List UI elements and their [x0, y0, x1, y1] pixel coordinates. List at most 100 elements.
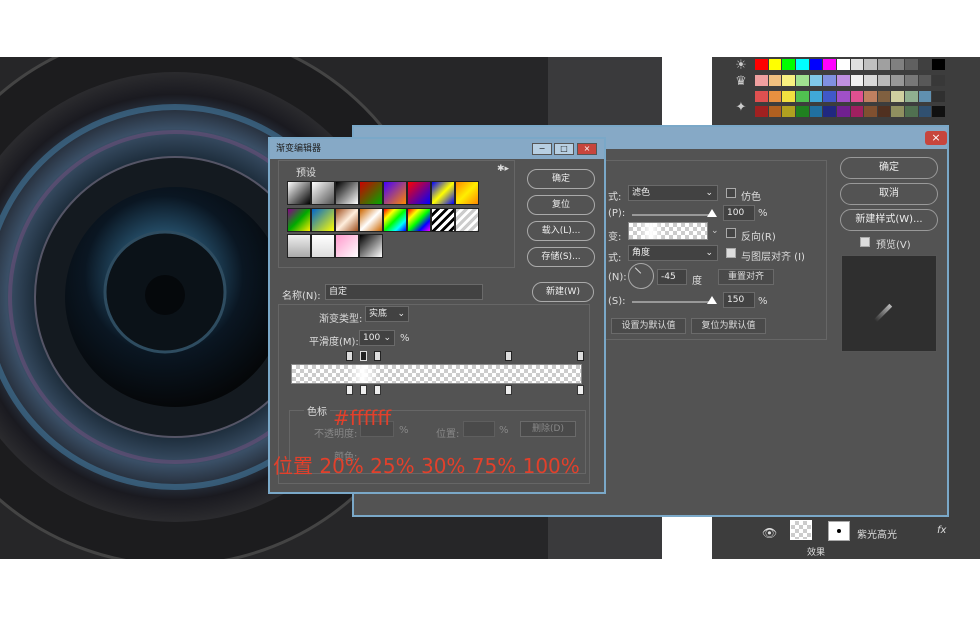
- preview-checkbox[interactable]: [860, 237, 870, 247]
- color-swatch[interactable]: [918, 59, 932, 70]
- gradient-preset[interactable]: [311, 234, 335, 259]
- color-swatch[interactable]: [836, 90, 850, 102]
- gradient-preset[interactable]: [455, 207, 479, 232]
- gradient-preset[interactable]: [407, 181, 431, 205]
- gradient-preset[interactable]: [335, 207, 359, 232]
- color-swatch[interactable]: [905, 90, 918, 102]
- stop-delete-button[interactable]: 删除(D): [520, 421, 576, 437]
- color-swatch[interactable]: [932, 106, 945, 118]
- gear-icon[interactable]: ✱▸: [497, 164, 509, 174]
- gradient-preset[interactable]: [383, 207, 407, 232]
- gradient-preset[interactable]: [287, 207, 311, 232]
- angle-dial[interactable]: [628, 263, 654, 289]
- color-swatch[interactable]: [768, 59, 782, 70]
- visibility-eye-icon[interactable]: 👁: [762, 526, 777, 540]
- color-stop[interactable]: [360, 385, 367, 395]
- blend-mode-select[interactable]: 滤色 ⌄: [628, 185, 718, 201]
- set-default-button[interactable]: 设置为默认值: [611, 318, 686, 334]
- color-swatch[interactable]: [864, 59, 877, 70]
- gradient-preset[interactable]: [383, 181, 407, 205]
- opacity-stop[interactable]: [346, 351, 353, 361]
- close-icon[interactable]: ×: [925, 131, 947, 145]
- color-swatch[interactable]: [809, 90, 823, 102]
- gradient-preset[interactable]: [359, 181, 383, 205]
- opacity-slider[interactable]: [632, 214, 714, 216]
- ge-reset-button[interactable]: 复位: [527, 195, 595, 215]
- ge-new-button[interactable]: 新建(W): [532, 282, 594, 302]
- color-swatch[interactable]: [918, 106, 932, 118]
- maximize-icon[interactable]: □: [554, 143, 574, 155]
- color-swatch[interactable]: [932, 90, 945, 102]
- ge-save-button[interactable]: 存储(S)...: [527, 247, 595, 267]
- color-swatch[interactable]: [877, 59, 891, 70]
- presets-grid[interactable]: [287, 181, 513, 261]
- color-swatch[interactable]: [836, 106, 850, 118]
- new-style-button[interactable]: 新建样式(W)...: [840, 209, 938, 231]
- color-swatch[interactable]: [823, 59, 836, 70]
- dither-checkbox[interactable]: [726, 188, 736, 198]
- reset-align-button[interactable]: 重置对齐: [718, 269, 774, 285]
- color-swatch[interactable]: [782, 59, 795, 70]
- color-swatch[interactable]: [850, 106, 864, 118]
- color-swatch[interactable]: [918, 74, 932, 86]
- crown-icon[interactable]: ♛: [732, 74, 750, 92]
- color-swatch[interactable]: [795, 90, 809, 102]
- style-select[interactable]: 角度 ⌄: [628, 245, 718, 261]
- cancel-button[interactable]: 取消: [840, 183, 938, 205]
- gradient-preset[interactable]: [311, 181, 335, 205]
- opacity-slider-thumb[interactable]: [707, 209, 717, 217]
- color-swatch[interactable]: [755, 90, 768, 102]
- effects-label[interactable]: 效果: [807, 545, 825, 558]
- gradient-preset[interactable]: [287, 181, 311, 205]
- color-stop[interactable]: [346, 385, 353, 395]
- color-swatch[interactable]: [877, 74, 891, 86]
- color-swatch[interactable]: [932, 74, 945, 86]
- color-swatch[interactable]: [850, 90, 864, 102]
- color-swatch[interactable]: [782, 106, 795, 118]
- color-swatch[interactable]: [877, 106, 891, 118]
- swatches-grid[interactable]: [755, 59, 945, 121]
- align-checkbox[interactable]: [726, 248, 736, 258]
- gradient-preset[interactable]: [431, 207, 455, 232]
- opacity-stop[interactable]: [577, 351, 584, 361]
- color-stop[interactable]: [505, 385, 512, 395]
- chevron-down-icon[interactable]: ⌄: [711, 226, 719, 236]
- opacity-stop-selected[interactable]: [360, 351, 367, 361]
- fx-icon[interactable]: fx: [937, 525, 946, 536]
- color-swatch[interactable]: [836, 59, 850, 70]
- color-swatch[interactable]: [795, 106, 809, 118]
- reset-default-button[interactable]: 复位为默认值: [691, 318, 766, 334]
- gradient-preview-swatch[interactable]: [628, 222, 708, 240]
- color-swatch[interactable]: [755, 106, 768, 118]
- gradient-preset[interactable]: [335, 234, 359, 259]
- gradient-bar[interactable]: [291, 364, 582, 384]
- color-stop[interactable]: [577, 385, 584, 395]
- gradient-preset[interactable]: [335, 181, 359, 205]
- color-swatch[interactable]: [823, 90, 836, 102]
- gradient-preset[interactable]: [431, 181, 455, 205]
- color-swatch[interactable]: [905, 106, 918, 118]
- color-swatch[interactable]: [782, 74, 795, 86]
- color-swatch[interactable]: [768, 106, 782, 118]
- ge-ok-button[interactable]: 确定: [527, 169, 595, 189]
- gradient-preset[interactable]: [359, 234, 383, 259]
- opacity-input[interactable]: 100: [723, 205, 755, 221]
- color-swatch[interactable]: [891, 74, 905, 86]
- color-swatch[interactable]: [891, 90, 905, 102]
- scale-input[interactable]: 150: [723, 292, 755, 308]
- color-swatch[interactable]: [809, 74, 823, 86]
- close-icon[interactable]: ×: [577, 143, 597, 155]
- color-swatch[interactable]: [755, 59, 768, 70]
- gradient-preset[interactable]: [311, 207, 335, 232]
- color-swatch[interactable]: [918, 90, 932, 102]
- name-input[interactable]: 自定: [325, 284, 483, 300]
- opacity-stop[interactable]: [374, 351, 381, 361]
- color-swatch[interactable]: [809, 106, 823, 118]
- color-swatch[interactable]: [864, 90, 877, 102]
- color-swatch[interactable]: [823, 74, 836, 86]
- color-swatch[interactable]: [932, 59, 945, 70]
- color-swatch[interactable]: [905, 74, 918, 86]
- layer-name[interactable]: 紫光高光: [857, 526, 897, 541]
- color-swatch[interactable]: [850, 74, 864, 86]
- smoothness-input[interactable]: 100 ⌄: [359, 330, 395, 346]
